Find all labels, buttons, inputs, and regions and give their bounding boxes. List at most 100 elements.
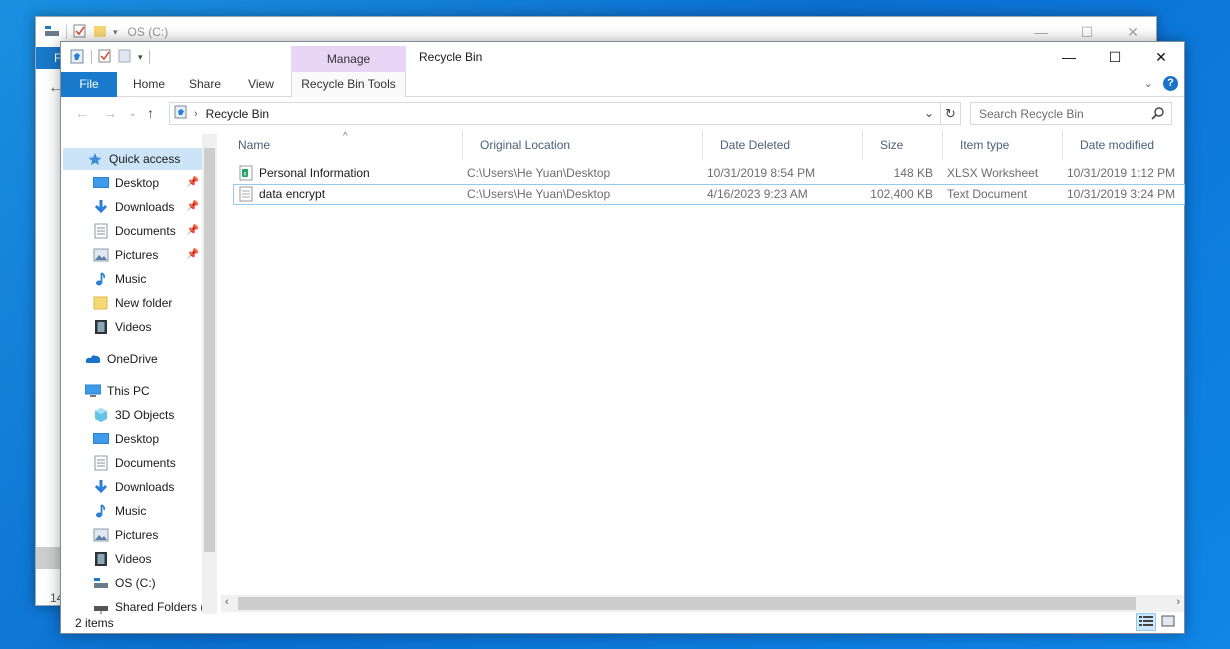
file-row[interactable]: data encrypt C:\Users\He Yuan\Desktop 4/… [233, 184, 1185, 205]
sidebar-item-label: Downloads [115, 480, 175, 494]
navigation-bar: ← → ⌄ ↑ › Recycle Bin ⌄ ↻ Search Recycle… [61, 100, 1184, 128]
sidebar-item-3d-objects[interactable]: 3D Objects [93, 404, 199, 426]
onedrive-icon [85, 351, 101, 367]
maximize-button[interactable]: ☐ [1092, 42, 1138, 72]
pin-icon[interactable]: 📌 [187, 196, 199, 218]
sidebar-item-pc-downloads[interactable]: Downloads [93, 476, 199, 498]
column-header-original-location[interactable]: Original Location [463, 130, 703, 160]
navigation-pane: Quick access Desktop 📌 Downloads 📌 Docum… [61, 144, 202, 614]
sidebar-item-label: Documents [115, 224, 176, 238]
blank-page-icon[interactable] [118, 49, 132, 66]
tab-view[interactable]: View [236, 72, 286, 97]
sidebar-item-pictures[interactable]: Pictures 📌 [93, 244, 199, 266]
column-header-label: Size [880, 138, 904, 152]
up-arrow-icon[interactable]: ↑ [147, 105, 154, 121]
address-bar[interactable]: › Recycle Bin ⌄ [169, 102, 941, 125]
sidebar-item-pc-videos[interactable]: Videos [93, 548, 199, 570]
breadcrumb-location[interactable]: Recycle Bin [206, 107, 269, 121]
column-header-name[interactable]: ^ Name [221, 130, 463, 160]
help-icon[interactable]: ? [1163, 76, 1178, 91]
tab-share[interactable]: Share [179, 72, 231, 97]
tab-home[interactable]: Home [123, 72, 175, 97]
sidebar-item-label: 3D Objects [115, 408, 175, 422]
sidebar-scrollbar-thumb[interactable] [204, 148, 215, 552]
sidebar-item-new-folder[interactable]: New folder [93, 292, 199, 314]
videos-icon [93, 551, 109, 567]
sidebar-item-music[interactable]: Music [93, 268, 199, 290]
separator [91, 50, 92, 64]
sidebar-item-label: OneDrive [107, 352, 158, 366]
sidebar-item-quick-access[interactable]: Quick access [63, 148, 202, 170]
new-folder-icon[interactable] [93, 24, 107, 41]
properties-icon[interactable] [98, 49, 112, 66]
tab-recycle-bin-tools[interactable]: Recycle Bin Tools [291, 72, 406, 97]
column-header-size[interactable]: Size [863, 130, 943, 160]
horizontal-scrollbar[interactable]: ‹ › [221, 595, 1184, 612]
documents-icon [93, 223, 109, 239]
customize-qat-icon[interactable]: ▾ [113, 27, 118, 38]
separator [66, 25, 67, 39]
back-arrow-icon[interactable]: ← [75, 105, 89, 121]
large-icons-view-button[interactable] [1158, 613, 1178, 631]
desktop-icon [93, 431, 109, 447]
file-row[interactable]: x Personal Information C:\Users\He Yuan\… [233, 163, 1185, 184]
computer-icon [85, 383, 101, 399]
scroll-right-arrow-icon[interactable]: › [1176, 596, 1180, 608]
manage-tab[interactable]: Manage [291, 46, 406, 73]
sidebar-item-label: Desktop [115, 176, 160, 190]
sidebar-item-documents[interactable]: Documents 📌 [93, 220, 199, 242]
recycle-bin-window[interactable]: ▾ Manage Recycle Bin — ☐ ✕ File Home Sha… [60, 41, 1185, 634]
column-header-date-deleted[interactable]: Date Deleted [703, 130, 863, 160]
forward-arrow-icon[interactable]: → [103, 105, 117, 121]
tab-file[interactable]: File [61, 72, 117, 97]
pin-icon[interactable]: 📌 [187, 244, 199, 266]
sidebar-item-this-pc[interactable]: This PC [85, 380, 199, 402]
sidebar-item-pc-pictures[interactable]: Pictures [93, 524, 199, 546]
folder-icon [93, 295, 109, 311]
address-dropdown-icon[interactable]: ⌄ [924, 106, 934, 120]
sidebar-item-label: OS (C:) [115, 576, 156, 590]
sidebar-item-pc-music[interactable]: Music [93, 500, 199, 522]
back-quick-access-toolbar: ▾ [44, 24, 118, 41]
file-name: Personal Information [259, 166, 370, 180]
sidebar-item-pc-documents[interactable]: Documents [93, 452, 199, 474]
search-input[interactable]: Search Recycle Bin [970, 102, 1172, 125]
file-location: C:\Users\He Yuan\Desktop [467, 166, 611, 180]
expand-ribbon-icon[interactable]: ⌄ [1144, 77, 1153, 90]
xlsx-file-icon: x [239, 165, 253, 184]
column-header-item-type[interactable]: Item type [943, 130, 1063, 160]
details-view-button[interactable] [1136, 613, 1156, 631]
horizontal-scrollbar-thumb[interactable] [238, 597, 1136, 610]
sidebar-item-os-drive[interactable]: OS (C:) [93, 572, 199, 594]
quick-access-toolbar: ▾ [69, 48, 150, 66]
drive-icon [93, 575, 109, 591]
sidebar-item-videos[interactable]: Videos [93, 316, 199, 338]
sidebar-item-onedrive[interactable]: OneDrive [85, 348, 199, 370]
scroll-left-arrow-icon[interactable]: ‹ [225, 596, 229, 608]
sidebar-item-pc-desktop[interactable]: Desktop [93, 428, 199, 450]
music-icon [93, 503, 109, 519]
sidebar-item-label: Pictures [115, 528, 159, 542]
music-icon [93, 271, 109, 287]
file-date-deleted: 4/16/2023 9:23 AM [707, 187, 808, 201]
customize-qat-icon[interactable]: ▾ [138, 52, 143, 63]
sidebar-item-label: New folder [115, 296, 173, 310]
sidebar-item-desktop[interactable]: Desktop 📌 [93, 172, 199, 194]
refresh-button[interactable]: ↻ [941, 102, 961, 125]
pin-icon[interactable]: 📌 [187, 220, 199, 242]
breadcrumb-chevron-icon[interactable]: › [194, 108, 198, 120]
sidebar-item-label: This PC [107, 384, 150, 398]
file-date-modified: 10/31/2019 3:24 PM [1067, 187, 1176, 201]
column-header-label: Original Location [480, 138, 571, 152]
file-type: Text Document [947, 187, 1028, 201]
ribbon-tabs: File Home Share View Recycle Bin Tools ⌄… [61, 72, 1184, 97]
properties-icon[interactable] [73, 24, 87, 41]
pin-icon[interactable]: 📌 [187, 172, 199, 194]
column-header-date-modified[interactable]: Date modified [1063, 130, 1185, 160]
close-button[interactable]: ✕ [1138, 42, 1184, 72]
sidebar-item-downloads[interactable]: Downloads 📌 [93, 196, 199, 218]
sidebar-scrollbar[interactable] [202, 134, 217, 614]
back-file-tab[interactable]: F [36, 47, 62, 69]
recent-locations-icon[interactable]: ⌄ [129, 108, 137, 119]
minimize-button[interactable]: — [1046, 42, 1092, 72]
